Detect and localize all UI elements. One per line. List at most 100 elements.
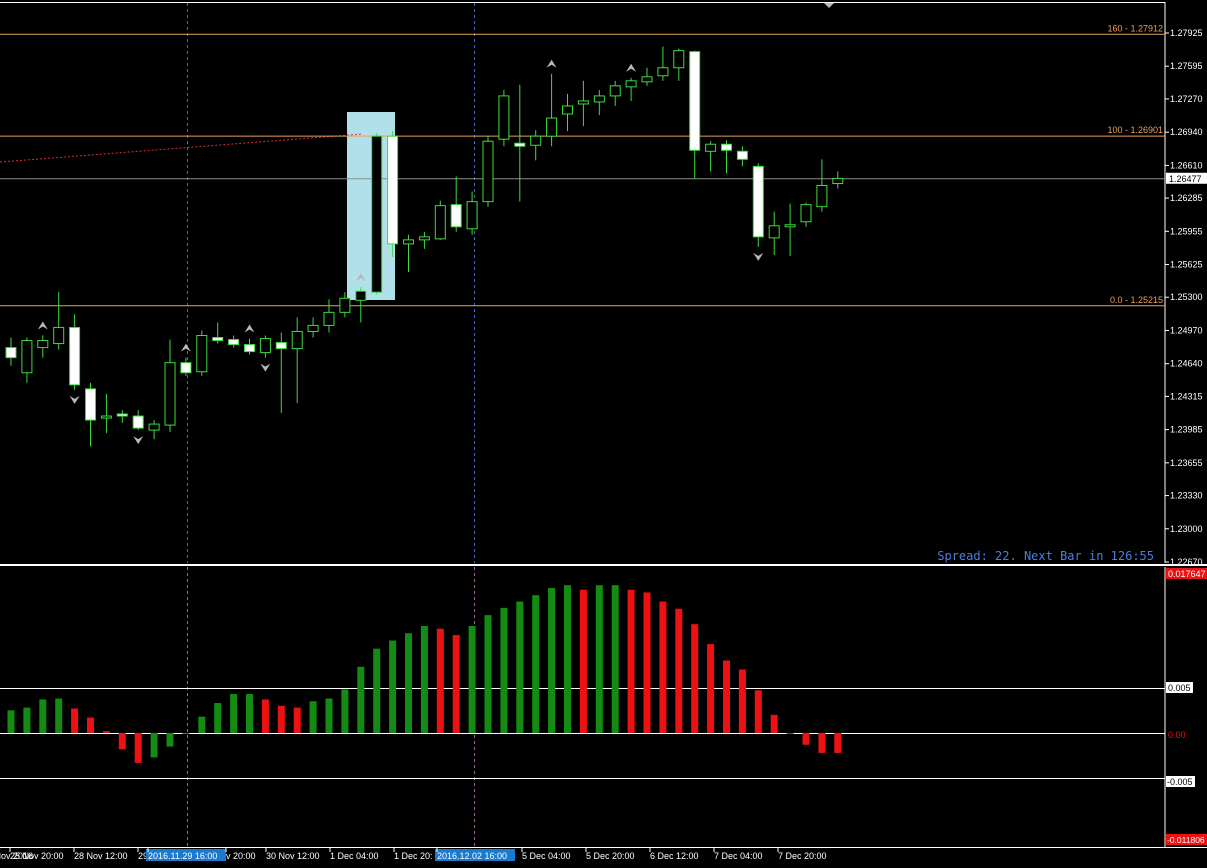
candle-body-bull <box>784 224 796 228</box>
price-label: 1.25955 <box>1170 226 1203 236</box>
candle <box>752 163 764 247</box>
candle-body-bull <box>482 140 494 203</box>
price-label: 1.25300 <box>1170 292 1203 302</box>
time-label: 7 Dec 04:00 <box>714 851 763 861</box>
histogram-bar-down <box>738 669 746 733</box>
price-label: 1.23655 <box>1170 458 1203 468</box>
histogram-bar-up <box>468 626 476 733</box>
trading-chart[interactable]: 160 - 1.27912100 - 1.269010.0 - 1.25215 … <box>0 0 1207 868</box>
candle <box>498 89 510 147</box>
histogram-bar-up <box>532 595 540 733</box>
time-label: 5 Dec 04:00 <box>522 851 571 861</box>
candle-body-bear <box>212 337 224 342</box>
candle-body-bull <box>53 326 65 345</box>
candle-body-bull <box>355 290 367 301</box>
indicator-bottom-label: -0.011806 <box>1167 835 1205 845</box>
time-label: 1 Dec 04:00 <box>330 851 379 861</box>
candle-body-bull <box>562 105 573 115</box>
candle-body-bull <box>530 135 542 146</box>
histogram-bar-down <box>261 699 269 733</box>
candle-body-bear <box>736 150 748 160</box>
time-label: 25 Nov 20:00 <box>10 851 64 861</box>
candle-body-bull <box>768 225 780 239</box>
candle-body-bull <box>466 201 478 230</box>
candle-body-bull <box>673 50 685 69</box>
histogram-bar-down <box>436 628 444 733</box>
candle <box>434 200 446 240</box>
histogram-bar-down <box>834 732 842 753</box>
candle-body-bear <box>721 143 732 151</box>
candle-body-bull <box>609 85 621 97</box>
candle-body-bear <box>514 142 526 147</box>
time-label: 28 Nov 12:00 <box>74 851 128 861</box>
candle-body-bull <box>291 330 303 350</box>
indicator-zero-label: 0.00 <box>1168 730 1186 740</box>
candle-body-bull <box>546 117 558 137</box>
histogram-bar-down <box>770 714 778 733</box>
price-label: 1.25625 <box>1170 260 1203 270</box>
indicator-level-pos-label: 0.005 <box>1168 683 1191 693</box>
chart-background <box>0 0 1207 868</box>
time-label: 7 Dec 20:00 <box>778 851 827 861</box>
price-label: 1.23985 <box>1170 425 1203 435</box>
candle-body-bear <box>228 339 240 346</box>
histogram-bar-down <box>102 731 110 733</box>
candle-body-bull <box>259 338 271 354</box>
fib-label: 100 - 1.26901 <box>1107 125 1163 135</box>
price-label: 1.23330 <box>1170 491 1203 501</box>
price-label: 1.27270 <box>1170 94 1203 104</box>
histogram-bar-up <box>246 693 253 733</box>
histogram-bar-down <box>277 705 285 733</box>
spread-label: Spread: 22. Next Bar in 126:55 <box>937 549 1154 563</box>
price-label: 1.27925 <box>1170 28 1203 38</box>
price-label: 1.26610 <box>1170 160 1203 170</box>
fib-label: 160 - 1.27912 <box>1107 23 1163 33</box>
candle-body-bear <box>387 135 399 245</box>
histogram-bar-up <box>198 716 206 733</box>
histogram-bar-up <box>595 585 603 733</box>
histogram-bar-down <box>627 589 635 733</box>
candle-body-bull <box>816 185 828 208</box>
current-price-label: 1.26477 <box>1169 174 1202 184</box>
time-label: 5 Dec 20:00 <box>586 851 635 861</box>
fib-label: 0.0 - 1.25215 <box>1110 295 1163 305</box>
histogram-bar-down <box>707 644 715 733</box>
candle-body-bull <box>434 205 446 240</box>
time-label-highlighted: 2016.11.29 16:00 <box>148 851 217 861</box>
histogram-bar-up <box>373 648 381 733</box>
histogram-bar-up <box>7 710 15 733</box>
candle-body-bear <box>244 344 255 353</box>
histogram-bar-down <box>293 707 301 733</box>
histogram-bar-down <box>643 592 651 733</box>
candle-body-bull <box>371 135 383 293</box>
time-label: v 20:00 <box>226 851 256 861</box>
histogram-bar-up <box>166 732 174 747</box>
candle-body-bear <box>116 413 128 417</box>
candle-body-bear <box>180 362 192 374</box>
candle-body-bear <box>69 326 81 386</box>
candle-body-bull <box>498 95 510 140</box>
price-label: 1.26940 <box>1170 127 1203 137</box>
candle-body-bull <box>625 80 637 88</box>
time-label: 6 Dec 12:00 <box>650 851 699 861</box>
candle-body-bull <box>418 236 430 241</box>
price-label: 1.27595 <box>1170 61 1203 71</box>
candle-body-bull <box>100 415 112 419</box>
candle-body-bull <box>577 100 589 105</box>
indicator-level-neg-label: -0.005 <box>1167 777 1193 787</box>
candle-body-bear <box>5 347 17 359</box>
candle-body-bull <box>307 324 319 332</box>
histogram-bar-down <box>134 732 142 763</box>
candle-body-bear <box>85 388 96 421</box>
histogram-bar-up <box>230 693 238 733</box>
candle-body-bull <box>164 362 176 426</box>
time-label: 1 Dec 20: <box>394 851 433 861</box>
candle-body-bull <box>593 95 605 103</box>
histogram-bar-up <box>389 640 397 733</box>
histogram-bar-up <box>420 626 428 733</box>
histogram-bar-up <box>325 698 333 733</box>
time-label-highlighted: 2016.12.02 16:00 <box>437 851 507 861</box>
histogram-bar-down <box>452 635 460 733</box>
candle <box>387 131 399 257</box>
histogram-bar-up <box>405 633 412 733</box>
